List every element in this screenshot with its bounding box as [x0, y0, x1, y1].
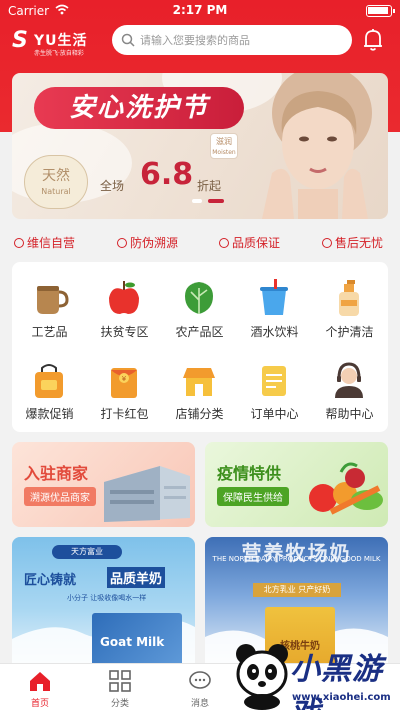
- search-icon: [121, 32, 135, 51]
- category-label: 个护清洁: [325, 325, 374, 339]
- tab-message[interactable]: 消息: [160, 664, 240, 710]
- promo-suffix: 折起: [197, 179, 222, 193]
- category-drinks[interactable]: 酒水饮料: [237, 266, 312, 344]
- watermark-url: www.xiaohei.com: [292, 692, 391, 703]
- goods-headline-highlight: 品质羊奶: [107, 567, 166, 588]
- carousel-dot-active[interactable]: [208, 199, 224, 203]
- refresh-icon: [322, 238, 332, 248]
- carousel-dot[interactable]: [192, 199, 202, 203]
- promo-discount: 6.8: [140, 157, 194, 192]
- assurance-item: 防伪溯源: [117, 234, 178, 251]
- category-handicraft[interactable]: 工艺品: [12, 266, 87, 344]
- tab-category[interactable]: 分类: [80, 664, 160, 710]
- shield-icon: [219, 238, 229, 248]
- support-agent-icon: [335, 362, 363, 398]
- category-red-packet[interactable]: ¥ 打卡红包: [87, 348, 162, 426]
- category-label: 扶贫专区: [100, 325, 149, 339]
- clock: 2:17 PM: [172, 3, 228, 17]
- factory-building-image: [104, 466, 190, 522]
- merchant-title: 入驻商家: [24, 464, 89, 483]
- handicraft-icon: [37, 286, 69, 314]
- tab-label: 分类: [110, 699, 129, 709]
- site-watermark: 小黑游戏 www.xiaohei.com: [232, 640, 400, 710]
- battery-icon: [366, 5, 395, 17]
- shop-icon: [183, 368, 215, 396]
- vegetable-icon: [185, 282, 213, 314]
- natural-badge-cn: 天然: [42, 168, 70, 184]
- category-label: 打卡红包: [100, 407, 149, 421]
- goods-headline: 匠心铸就: [24, 573, 77, 588]
- category-label: 酒水饮料: [250, 325, 299, 339]
- location-icon: [117, 238, 127, 248]
- category-personal-care[interactable]: 个护清洁: [312, 266, 387, 344]
- category-grid: 工艺品 扶贫专区 农产品区 酒水饮料 个护清洁 爆款促销 ¥ 打卡红包 店铺分类…: [12, 262, 388, 432]
- tab-label: 首页: [30, 699, 49, 709]
- bell-icon[interactable]: [362, 28, 384, 56]
- category-label: 订单中心: [250, 407, 299, 421]
- epidemic-title: 疫情特供: [217, 464, 282, 483]
- category-orders[interactable]: 订单中心: [237, 348, 312, 426]
- tab-home[interactable]: 首页: [0, 664, 80, 710]
- vegetables-image: [309, 462, 383, 515]
- promo-bag-icon: [35, 364, 63, 398]
- logo-mark-icon: S: [12, 28, 28, 53]
- category-shop[interactable]: 店铺分类: [162, 348, 237, 426]
- category-label: 帮助中心: [325, 407, 374, 421]
- message-icon: [189, 671, 211, 689]
- assurance-item: 维信自营: [14, 234, 75, 251]
- promo-banner[interactable]: 安心洗护节 天然 Natural 全场 6.8 折起 滋润 Moisten: [12, 73, 388, 219]
- panda-mascot-icon: [236, 644, 288, 710]
- category-hot-promo[interactable]: 爆款促销: [12, 348, 87, 426]
- category-label: 爆款促销: [25, 407, 74, 421]
- goat-milk-card[interactable]: 天方富业 匠心铸就 品质羊奶 小分子 让吸收像喝水一样 Goat Milk: [12, 537, 195, 667]
- goods-banner-english: THE NORTH DAIRY PRODUCTS ONLY GOOD MILK: [212, 555, 381, 563]
- category-label: 农产品区: [175, 325, 224, 339]
- goods-slogan-band: 北方乳业 只产好奶: [253, 583, 341, 597]
- product-label-cn: 滋润: [216, 137, 232, 146]
- seal-icon: [14, 238, 24, 248]
- model-portrait-image: [262, 73, 372, 219]
- category-poverty-relief[interactable]: 扶贫专区: [87, 266, 162, 344]
- search-input[interactable]: [140, 30, 340, 50]
- category-help[interactable]: 帮助中心: [312, 348, 387, 426]
- category-grid-icon: [109, 670, 131, 692]
- product-label: 滋润 Moisten: [210, 133, 238, 159]
- banner-title: 安心洗护节: [34, 87, 244, 129]
- search-box[interactable]: [112, 25, 352, 55]
- assurance-item: 售后无忧: [322, 234, 383, 251]
- home-icon: [30, 672, 50, 691]
- natural-badge-en: Natural: [41, 187, 71, 196]
- epidemic-subtitle: 保障民生供给: [217, 487, 289, 506]
- tab-label: 消息: [190, 699, 209, 709]
- product-label-en: Moisten: [212, 149, 236, 156]
- svg-text:¥: ¥: [122, 375, 127, 383]
- goat-milk-box: Goat Milk: [92, 613, 182, 667]
- logo-brand-text: YU生活: [34, 33, 88, 49]
- merchant-subtitle: 溯源优品商家: [24, 487, 96, 506]
- epidemic-supply-card[interactable]: 疫情特供 保障民生供给: [205, 442, 388, 527]
- category-label: 工艺品: [31, 325, 68, 339]
- top-bar: S YU生活 赤生脱飞·放自释彩: [0, 22, 400, 62]
- status-bar: Carrier 2:17 PM: [0, 0, 400, 22]
- logo-slogan: 赤生脱飞·放自释彩: [34, 50, 84, 57]
- app-logo[interactable]: S YU生活 赤生脱飞·放自释彩: [12, 26, 107, 58]
- natural-badge: 天然 Natural: [24, 155, 88, 209]
- assurance-item: 品质保证: [219, 234, 280, 251]
- apple-icon: [109, 281, 139, 314]
- brand-badge: 天方富业: [52, 545, 122, 559]
- drink-icon: [260, 279, 288, 315]
- merchant-join-card[interactable]: 入驻商家 溯源优品商家: [12, 442, 195, 527]
- category-agriculture[interactable]: 农产品区: [162, 266, 237, 344]
- cleaner-bottle-icon: [339, 280, 359, 316]
- order-note-icon: [262, 366, 286, 396]
- promo-prefix: 全场: [100, 179, 125, 193]
- assurance-bar: 维信自营 防伪溯源 品质保证 售后无忧: [0, 228, 400, 256]
- category-label: 店铺分类: [175, 407, 224, 421]
- red-packet-icon: ¥: [111, 368, 137, 398]
